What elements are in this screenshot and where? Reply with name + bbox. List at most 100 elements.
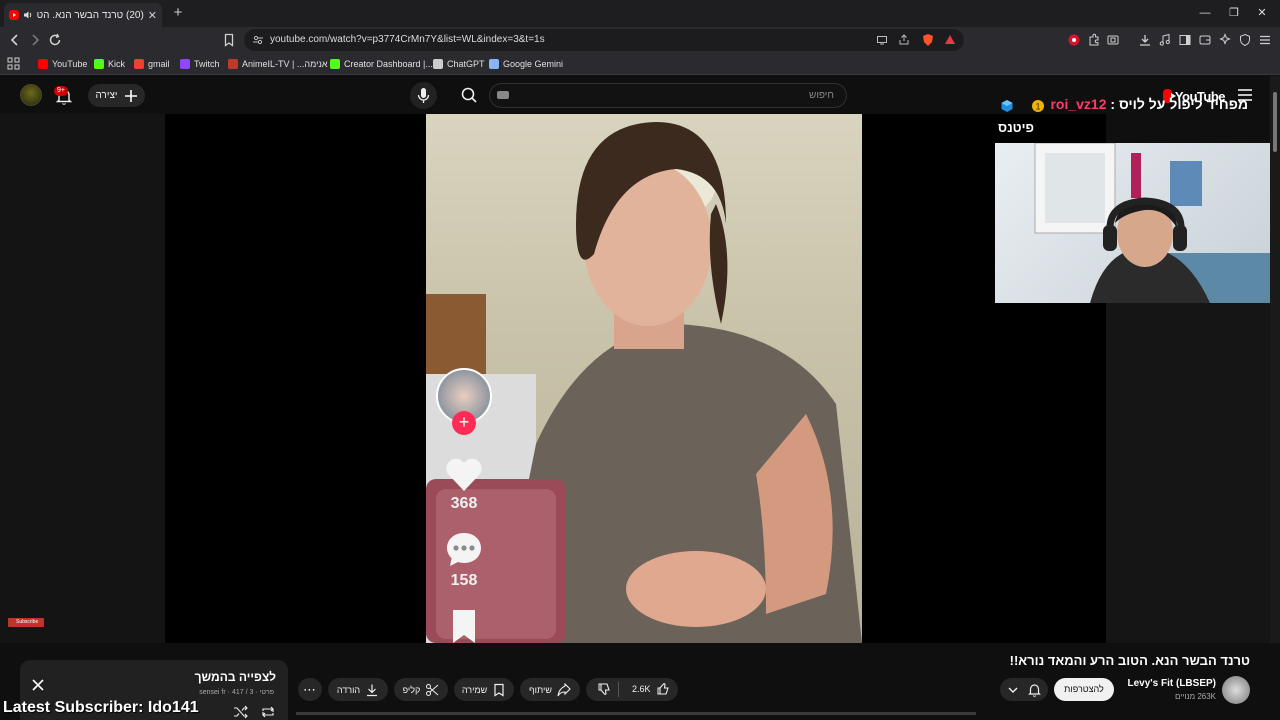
scissors-icon xyxy=(426,683,439,696)
save-label: שמירה xyxy=(461,684,488,695)
new-tab-icon[interactable]: + xyxy=(170,5,186,21)
video-title: טרנד הבשר הנא. הטוב הרע והמאד נורא!! xyxy=(1009,653,1250,668)
tab-close-icon[interactable]: ✕ xyxy=(148,9,157,22)
bookmark-item[interactable]: Creator Dashboard |... xyxy=(330,57,433,71)
tab-title: (20) טרנד הבשר הנא. הטוב ה xyxy=(37,9,144,21)
channel-name[interactable]: Levy's Fit (LBSEP) xyxy=(1110,678,1216,689)
create-button[interactable]: יצירה xyxy=(88,84,145,107)
minimize-icon[interactable]: — xyxy=(1198,6,1212,20)
scrollbar-thumb[interactable] xyxy=(1273,92,1277,152)
playlist-title[interactable]: לצפייה בהמשך xyxy=(120,670,276,684)
brave-rewards-icon[interactable] xyxy=(944,34,956,46)
video-frame[interactable] xyxy=(426,114,862,643)
bookmark-icon[interactable] xyxy=(443,608,485,643)
bookmark-label: Twitch xyxy=(194,59,220,69)
anime-icon xyxy=(228,59,238,69)
bookmark-item[interactable]: YouTube xyxy=(38,57,87,71)
follow-plus-icon[interactable]: + xyxy=(452,411,476,435)
gemini-icon xyxy=(489,59,499,69)
clip-button[interactable]: קליפ xyxy=(394,678,448,701)
likes-count: 368 xyxy=(450,495,478,512)
like-count[interactable]: 2.6K xyxy=(632,684,651,694)
vpn-shield-icon[interactable] xyxy=(1238,33,1252,47)
share-button[interactable]: שיתוף xyxy=(520,678,580,701)
bookmark-label: AnimeIL-TV | ...אנימה xyxy=(242,59,328,69)
bookmark-item[interactable]: gmail xyxy=(134,57,170,71)
microphone-icon xyxy=(417,88,430,103)
bookmark-item[interactable]: Twitch xyxy=(180,57,220,71)
download-icon[interactable] xyxy=(1138,33,1152,47)
apps-grid-icon[interactable] xyxy=(7,57,20,70)
youtube-icon xyxy=(38,59,48,69)
leo-ai-icon[interactable] xyxy=(1218,33,1232,47)
record-extension-icon[interactable] xyxy=(1067,33,1081,47)
kick-icon xyxy=(330,59,340,69)
playlist-subtitle: sensei fr · פרטי · 3 / 417 xyxy=(199,689,274,696)
stream-title-text: מפחיד ליפול על לויס : xyxy=(1106,96,1248,112)
bookmark-item[interactable]: ChatGPT xyxy=(433,57,485,71)
progress-track[interactable] xyxy=(296,712,976,715)
url-text: youtube.com/watch?v=p3774CrMn7Y&list=WL&… xyxy=(270,34,545,45)
ambient-left xyxy=(0,114,165,643)
bookmark-label: Google Gemini xyxy=(503,59,564,69)
like-divider xyxy=(618,682,619,697)
chatgpt-icon xyxy=(433,59,443,69)
bookmark-label: Creator Dashboard |... xyxy=(344,59,433,69)
latest-subscriber-overlay: Latest Subscriber: Ido141 xyxy=(3,699,199,716)
keyboard-icon[interactable] xyxy=(497,91,509,99)
create-label: יצירה xyxy=(95,90,118,101)
restore-icon[interactable]: ❐ xyxy=(1227,6,1241,20)
more-actions-icon[interactable]: ⋯ xyxy=(298,678,322,701)
video-scene-image xyxy=(426,122,862,643)
wallet-icon[interactable] xyxy=(1198,33,1212,47)
svg-text:1: 1 xyxy=(1035,102,1040,112)
bookmark-item[interactable]: Google Gemini xyxy=(489,57,563,71)
loop-icon[interactable] xyxy=(260,705,276,719)
cast-icon[interactable] xyxy=(876,34,888,46)
account-avatar[interactable] xyxy=(20,84,42,106)
url-field[interactable]: youtube.com/watch?v=p3774CrMn7Y&list=WL&… xyxy=(244,29,964,51)
chevron-down-icon xyxy=(1008,687,1018,693)
music-icon[interactable] xyxy=(1158,33,1172,47)
playlist-close-icon[interactable] xyxy=(30,677,46,693)
forward-icon[interactable] xyxy=(28,33,42,47)
brave-shield-icon[interactable] xyxy=(921,33,935,47)
ambient-right xyxy=(1106,300,1280,643)
bookmark-item[interactable]: AnimeIL-TV | ...אנימה xyxy=(228,57,328,71)
search-input[interactable]: חיפוש xyxy=(489,83,847,108)
browser-tab[interactable]: (20) טרנד הבשר הנא. הטוב ה ✕ xyxy=(4,3,162,27)
comment-icon[interactable] xyxy=(443,529,485,571)
extensions-icon[interactable] xyxy=(1087,33,1101,47)
save-button[interactable]: שמירה xyxy=(454,678,514,701)
dislike-icon[interactable] xyxy=(597,682,611,696)
search-button[interactable] xyxy=(452,83,486,108)
cube-icon xyxy=(1001,100,1013,112)
page-scrollbar[interactable] xyxy=(1270,76,1280,643)
site-settings-icon[interactable] xyxy=(252,34,264,46)
join-button[interactable]: להצטרפות xyxy=(1054,678,1114,701)
bookmark-item[interactable]: Kick xyxy=(94,57,125,71)
webcam-overlay xyxy=(995,143,1280,303)
shuffle-icon[interactable] xyxy=(233,705,249,719)
sidebar-icon[interactable] xyxy=(1178,33,1192,47)
menu-icon[interactable] xyxy=(1258,33,1272,47)
close-window-icon[interactable]: ✕ xyxy=(1255,6,1269,20)
rank-badge-icon: 1 xyxy=(1032,100,1044,112)
share-page-icon[interactable] xyxy=(898,34,910,46)
like-icon[interactable] xyxy=(656,682,670,696)
voice-search-button[interactable] xyxy=(410,82,437,109)
save-icon xyxy=(494,683,504,697)
channel-avatar[interactable] xyxy=(1222,676,1250,704)
speaker-icon[interactable] xyxy=(23,10,33,20)
youtube-favicon-icon xyxy=(9,10,19,20)
bookmark-page-icon[interactable] xyxy=(222,33,236,47)
notification-badge: 9+ xyxy=(54,86,68,96)
heart-icon[interactable] xyxy=(443,454,485,496)
reload-icon[interactable] xyxy=(48,33,62,47)
download-button[interactable]: הורדה xyxy=(328,678,388,701)
back-icon[interactable] xyxy=(8,33,22,47)
share-label: שיתוף xyxy=(529,684,552,695)
screenshot-icon[interactable] xyxy=(1106,33,1120,47)
subscribed-dropdown-button[interactable] xyxy=(1000,678,1048,701)
bookmark-label: gmail xyxy=(148,59,170,69)
